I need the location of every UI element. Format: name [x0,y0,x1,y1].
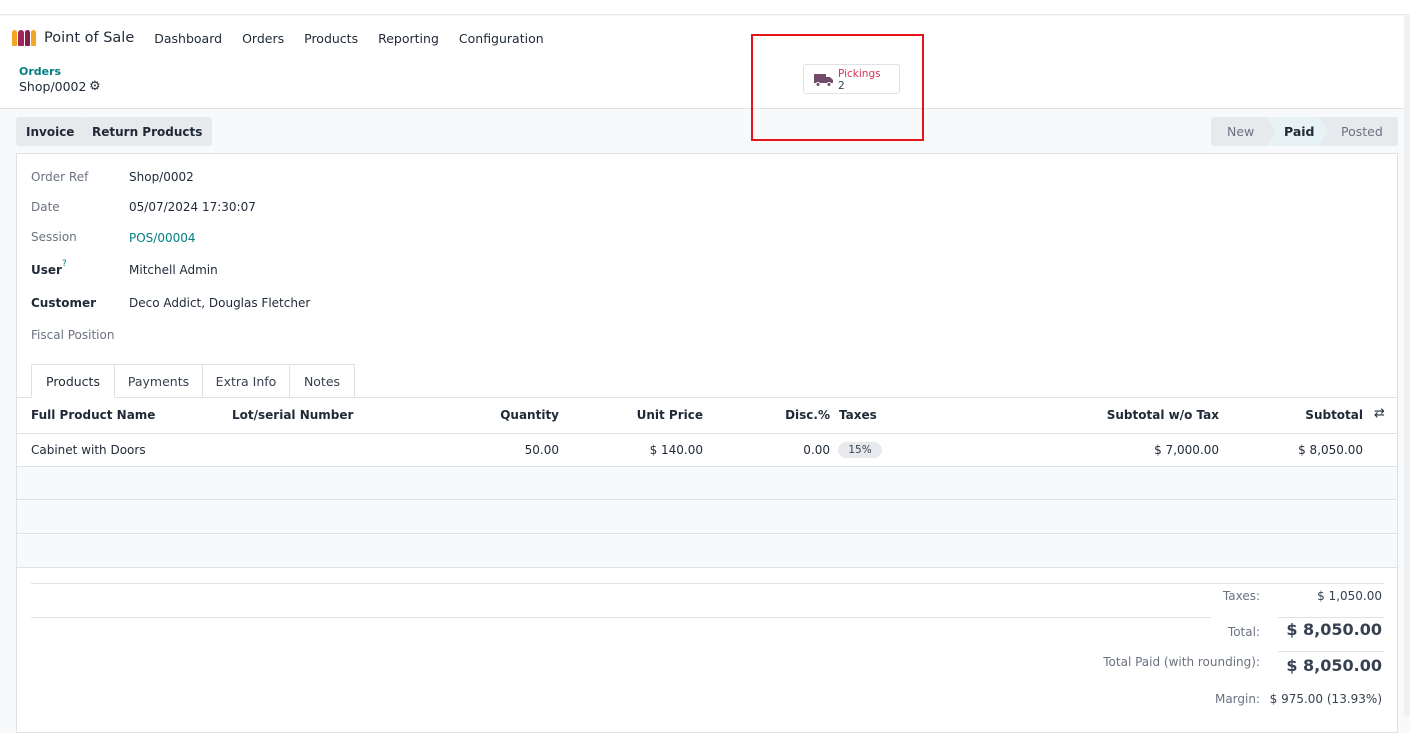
return-products-button[interactable]: Return Products [82,117,213,146]
menu-reporting[interactable]: Reporting [378,31,439,46]
menu-configuration[interactable]: Configuration [459,31,544,46]
cell-quantity: 50.00 [524,443,559,457]
total-label: Total: [1227,625,1260,639]
invoice-button[interactable]: Invoice [16,117,85,146]
top-strip [0,0,1410,15]
session-label: Session [31,230,77,244]
tab-extra-info[interactable]: Extra Info [203,364,290,398]
breadcrumb-orders[interactable]: Orders [19,65,61,78]
user-value[interactable]: Mitchell Admin [129,263,218,277]
tax-badge: 15% [838,442,882,458]
col-quantity[interactable]: Quantity [500,408,559,422]
menu-orders[interactable]: Orders [242,31,284,46]
scrollbar[interactable] [1404,16,1410,716]
col-discount[interactable]: Disc.% [785,408,830,422]
col-unit-price[interactable]: Unit Price [637,408,703,422]
cell-discount: 0.00 [803,443,830,457]
status-paid[interactable]: Paid [1284,124,1315,139]
app-title: Point of Sale [44,30,135,46]
col-lot[interactable]: Lot/serial Number [232,408,353,422]
totals-divider [31,583,1384,584]
fiscal-position-label: Fiscal Position [31,328,115,342]
user-help-tooltip[interactable]: ? [62,259,67,269]
optional-columns-icon[interactable]: ⇄ [1374,406,1385,421]
app-brand[interactable]: Point of Sale [12,30,134,46]
order-ref-label: Order Ref [31,170,89,184]
margin-value: $ 975.00 (13.93%) [1269,692,1382,706]
total-value: $ 8,050.00 [1286,620,1382,639]
empty-row [17,501,1397,534]
empty-row [17,535,1397,568]
customer-label: Customer [31,296,97,310]
highlight-box [751,34,924,141]
order-ref-value: Shop/0002 [129,170,194,184]
col-subtotal-wo-tax[interactable]: Subtotal w/o Tax [1107,408,1219,422]
divider [1278,651,1384,652]
cell-product-name: Cabinet with Doors [31,443,146,457]
total-paid-value: $ 8,050.00 [1286,656,1382,675]
total-paid-label: Total Paid (with rounding): [1103,655,1260,669]
col-product-name[interactable]: Full Product Name [31,408,155,422]
cell-subtotal: $ 8,050.00 [1298,443,1363,457]
cell-unit-price: $ 140.00 [649,443,703,457]
date-label: Date [31,200,60,214]
pos-logo-icon [12,30,36,46]
menu-dashboard[interactable]: Dashboard [154,31,222,46]
user-label: User [31,263,62,277]
gear-icon[interactable]: ⚙ [89,79,101,94]
tab-products[interactable]: Products [31,364,115,398]
divider [31,617,1211,618]
customer-value[interactable]: Deco Addict, Douglas Fletcher [129,296,310,310]
cell-subtotal-wo-tax: $ 7,000.00 [1154,443,1219,457]
header-divider [17,433,1397,434]
status-new[interactable]: New [1227,124,1254,139]
col-taxes[interactable]: Taxes [839,408,877,422]
status-posted[interactable]: Posted [1341,124,1383,139]
breadcrumb-current: Shop/0002 [19,79,87,94]
session-link[interactable]: POS/00004 [129,231,196,245]
taxes-value: $ 1,050.00 [1317,589,1382,603]
navbar: Point of Sale Dashboard Orders Products … [0,16,1410,60]
col-subtotal[interactable]: Subtotal [1305,408,1363,422]
tab-notes[interactable]: Notes [290,364,355,398]
control-panel [0,60,1410,109]
tab-payments[interactable]: Payments [115,364,203,398]
date-value: 05/07/2024 17:30:07 [129,200,256,214]
margin-label: Margin: [1214,692,1260,706]
divider [1278,617,1384,618]
menu-products[interactable]: Products [304,31,358,46]
empty-row [17,467,1397,500]
taxes-label: Taxes: [1222,589,1260,603]
